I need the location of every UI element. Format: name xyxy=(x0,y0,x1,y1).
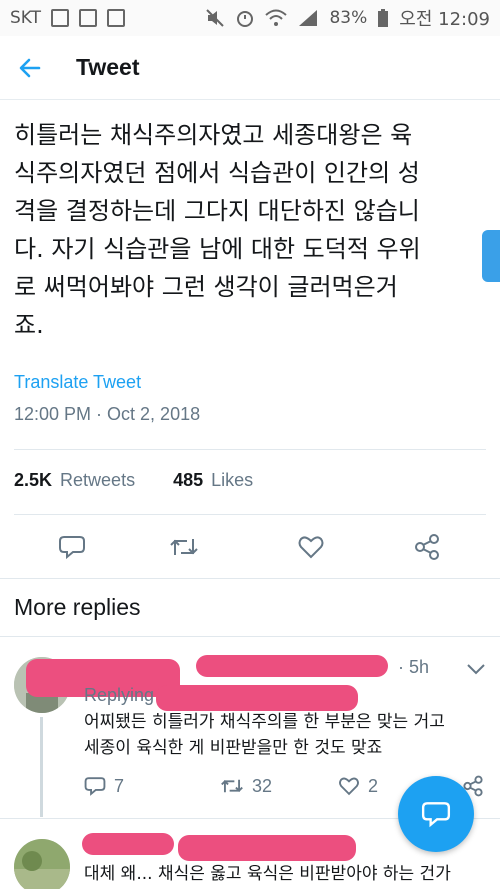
reply-icon[interactable] xyxy=(57,532,87,562)
retweets-label[interactable]: Retweets xyxy=(60,470,135,491)
retweets-count[interactable]: 2.5K xyxy=(14,470,52,491)
battery-percent: 83% xyxy=(329,8,368,28)
wifi-icon xyxy=(265,9,288,26)
tweet-actions xyxy=(0,516,500,576)
battery-icon xyxy=(378,9,389,27)
divider xyxy=(14,449,486,450)
redacted-name xyxy=(82,833,174,855)
like-count: 2 xyxy=(368,775,379,796)
share-icon[interactable] xyxy=(412,532,442,562)
compose-reply-icon[interactable] xyxy=(398,776,474,852)
alarm-icon xyxy=(237,11,254,27)
reply-icon xyxy=(84,777,106,796)
thread-line xyxy=(40,717,43,817)
divider xyxy=(14,514,486,515)
likes-count[interactable]: 485 xyxy=(173,470,203,491)
retweet-icon xyxy=(221,779,243,793)
reply-count: 7 xyxy=(114,775,125,796)
carrier-label: SKT xyxy=(10,8,42,28)
reply-text: 대체 왜... 채식은 옳고 육식은 비판받아야 하는 건가 xyxy=(84,864,451,884)
heart-icon[interactable] xyxy=(296,532,326,562)
notification-icon xyxy=(51,9,70,27)
retweet-icon[interactable] xyxy=(169,532,199,562)
arrow-left-icon[interactable] xyxy=(2,36,58,100)
tweet-timestamp: 12:00 PM · Oct 2, 2018 xyxy=(14,404,201,424)
notification-icon xyxy=(79,9,98,27)
reply-time: · 5h xyxy=(398,657,430,677)
retweet-count: 32 xyxy=(252,775,273,796)
chevron-down-icon[interactable] xyxy=(464,657,488,681)
redacted-handle xyxy=(196,655,388,677)
redacted-mention xyxy=(156,685,358,711)
tweet-text: 히틀러는 채식주의자였고 세종대왕은 육 식주의자였던 점에서 식습관이 인간의… xyxy=(14,121,421,339)
retweet-action[interactable]: 32 xyxy=(220,775,272,797)
redacted-handle xyxy=(178,835,356,861)
notification-icon xyxy=(107,9,126,27)
reply-text: 어찌됐든 히틀러가 채식주의를 한 부분은 맞는 거고 세종이 육식한 게 비판… xyxy=(84,712,445,758)
likes-label[interactable]: Likes xyxy=(211,470,253,491)
divider xyxy=(0,578,500,579)
more-replies-heading: More replies xyxy=(14,594,141,620)
page-title: Tweet xyxy=(76,54,140,80)
mute-icon xyxy=(206,9,225,27)
top-app-bar: Tweet xyxy=(0,36,500,100)
like-action[interactable]: 2 xyxy=(338,775,378,797)
avatar[interactable] xyxy=(14,839,70,889)
heart-icon xyxy=(339,777,359,796)
status-bar: SKT 83% 오전 12:09 xyxy=(0,0,500,36)
edge-panel-handle[interactable] xyxy=(482,230,500,282)
clock: 오전 12:09 xyxy=(399,9,490,30)
tweet-stats: 2.5K Retweets 485 Likes xyxy=(14,470,283,491)
translate-tweet-link[interactable]: Translate Tweet xyxy=(14,372,141,393)
signal-icon xyxy=(299,10,318,26)
reply-action[interactable]: 7 xyxy=(84,775,124,797)
